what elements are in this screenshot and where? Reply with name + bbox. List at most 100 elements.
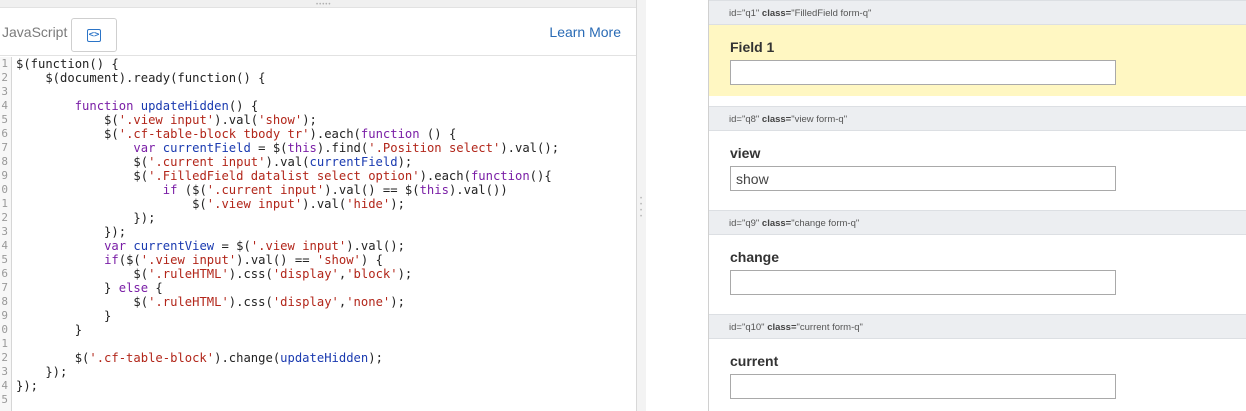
class-value-text: "FilledField form-q" bbox=[791, 8, 872, 19]
code-token: 'hide' bbox=[346, 197, 391, 211]
code-token: if bbox=[104, 253, 119, 267]
code-line: } else { bbox=[16, 281, 559, 295]
code-token: ) { bbox=[360, 253, 383, 267]
code-line: if($('.view input').val() == 'show') { bbox=[16, 253, 559, 267]
code-area[interactable]: 1234567890123456789012345 $(function() {… bbox=[0, 57, 636, 411]
pane-splitter[interactable]: • • • • bbox=[637, 0, 646, 411]
code-token: $( bbox=[16, 127, 119, 141]
line-number: 7 bbox=[1, 281, 8, 294]
question-body: view bbox=[709, 131, 1246, 209]
code-token: { bbox=[148, 281, 163, 295]
code-line: function updateHidden() { bbox=[16, 99, 559, 113]
line-number: 3 bbox=[1, 225, 8, 238]
code-token: updateHidden bbox=[140, 99, 229, 113]
field-label: change bbox=[730, 249, 780, 265]
line-number: 8 bbox=[1, 155, 8, 168]
code-token: '.ruleHTML' bbox=[148, 267, 229, 281]
code-token: this bbox=[287, 141, 317, 155]
code-toggle-button[interactable]: <> bbox=[71, 18, 117, 52]
class-value-text: "view form-q" bbox=[791, 114, 848, 125]
resize-handle-top[interactable]: ••••• bbox=[0, 0, 636, 8]
question-meta: id="q9" class="change form-q" bbox=[709, 210, 1246, 235]
code-token: () { bbox=[419, 127, 457, 141]
code-token: currentField bbox=[309, 155, 398, 169]
code-line: $('.ruleHTML').css('display','none'); bbox=[16, 295, 559, 309]
code-line: $('.cf-table-block tbody tr').each(funct… bbox=[16, 127, 559, 141]
code-token: ); bbox=[397, 267, 413, 281]
code-token: 'show' bbox=[316, 253, 361, 267]
line-number-gutter: 1234567890123456789012345 bbox=[0, 57, 12, 411]
question-block-q9: id="q9" class="change form-q" change bbox=[709, 210, 1246, 313]
field-label: Field 1 bbox=[730, 39, 775, 55]
code-token: ($( bbox=[118, 253, 141, 267]
line-number: 6 bbox=[1, 267, 8, 280]
learn-more-link[interactable]: Learn More bbox=[549, 24, 621, 40]
code-token: 'display' bbox=[272, 295, 339, 309]
class-key-text: class= bbox=[761, 218, 792, 229]
line-number: 5 bbox=[1, 393, 8, 406]
code-token: function bbox=[74, 99, 134, 113]
current-input[interactable] bbox=[730, 374, 1116, 399]
field-1-input[interactable] bbox=[730, 60, 1116, 85]
code-token: ).css( bbox=[228, 267, 273, 281]
field-label: view bbox=[730, 145, 761, 161]
code-token: 'show' bbox=[258, 113, 303, 127]
line-number: 9 bbox=[1, 309, 8, 322]
code-line: var currentView = $('.view input').val()… bbox=[16, 239, 559, 253]
code-line: }); bbox=[16, 379, 559, 393]
question-body: Field 1 bbox=[709, 25, 1246, 96]
code-token: ).each( bbox=[419, 169, 471, 183]
code-line: }); bbox=[16, 225, 559, 239]
code-token: ); bbox=[390, 197, 405, 211]
code-line: $('.ruleHTML').css('display','block'); bbox=[16, 267, 559, 281]
code-token: }); bbox=[16, 225, 127, 239]
code-editor-pane: ••••• JavaScript <> Learn More 123456789… bbox=[0, 0, 637, 411]
code-line: }); bbox=[16, 365, 559, 379]
question-id-text: id="q8" bbox=[729, 114, 760, 125]
code-token: '.view input' bbox=[140, 253, 237, 267]
class-key-text: class= bbox=[761, 8, 792, 19]
code-lines[interactable]: $(function() { $(document).ready(functio… bbox=[16, 57, 559, 407]
question-meta: id="q1" class="FilledField form-q" bbox=[709, 0, 1246, 25]
line-number: 2 bbox=[1, 351, 8, 364]
code-token: '.view input' bbox=[250, 239, 347, 253]
code-token: '.view input' bbox=[206, 197, 303, 211]
line-number: 0 bbox=[1, 183, 8, 196]
code-line: var currentField = $(this).find('.Positi… bbox=[16, 141, 559, 155]
code-token: '.FilledField datalist select option' bbox=[148, 169, 420, 183]
code-token: } bbox=[16, 281, 119, 295]
code-token: 'none' bbox=[346, 295, 391, 309]
view-input[interactable] bbox=[730, 166, 1116, 191]
code-token: 'display' bbox=[272, 267, 339, 281]
question-meta: id="q10" class="current form-q" bbox=[709, 314, 1246, 339]
code-line: $('.cf-table-block').change(updateHidden… bbox=[16, 351, 559, 365]
code-token: ).css( bbox=[228, 295, 273, 309]
code-token: = $( bbox=[250, 141, 288, 155]
code-token: ); bbox=[302, 113, 317, 127]
code-token: () { bbox=[228, 99, 259, 113]
code-token: '.view input' bbox=[118, 113, 215, 127]
code-token: ).val() == bbox=[236, 253, 317, 267]
question-block-q10: id="q10" class="current form-q" current bbox=[709, 314, 1246, 411]
code-token: $( bbox=[16, 295, 149, 309]
code-token: function bbox=[360, 127, 420, 141]
line-number: 4 bbox=[1, 99, 8, 112]
change-input[interactable] bbox=[730, 270, 1116, 295]
question-id-text: id="q10" bbox=[729, 322, 765, 333]
code-token: ).val( bbox=[302, 197, 347, 211]
field-label: current bbox=[730, 353, 779, 369]
code-icon: <> bbox=[87, 29, 101, 42]
code-token: }); bbox=[16, 211, 156, 225]
code-line: }); bbox=[16, 211, 559, 225]
question-meta: id="q8" class="view form-q" bbox=[709, 106, 1246, 131]
code-token: updateHidden bbox=[280, 351, 369, 365]
code-token: '.current input' bbox=[206, 183, 325, 197]
line-number: 2 bbox=[1, 211, 8, 224]
editor-header: JavaScript <> Learn More bbox=[0, 8, 636, 56]
code-token: $( bbox=[16, 351, 90, 365]
